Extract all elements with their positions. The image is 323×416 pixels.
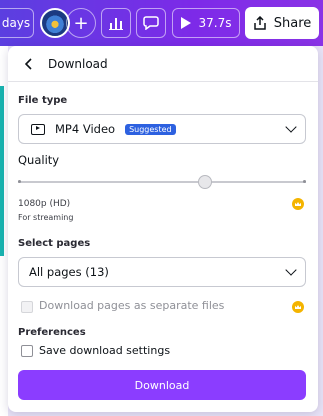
present-button[interactable]: 37.7s bbox=[172, 8, 240, 38]
slider-tick bbox=[18, 180, 21, 183]
play-icon bbox=[180, 17, 191, 29]
resolution-label: 1080p (HD) bbox=[18, 199, 71, 209]
days-button[interactable]: days bbox=[0, 8, 34, 38]
comment-icon bbox=[143, 16, 159, 30]
separate-files-checkbox[interactable] bbox=[21, 301, 33, 313]
timer-label: 37.7s bbox=[198, 16, 232, 30]
download-panel: Download File type MP4 Video Suggested Q… bbox=[8, 46, 318, 412]
share-icon bbox=[253, 16, 266, 30]
canvas-edge bbox=[0, 46, 8, 416]
quality-slider-handle[interactable] bbox=[198, 175, 213, 189]
select-pages-label: Select pages bbox=[18, 238, 91, 249]
bar-chart-icon bbox=[109, 18, 123, 30]
days-label: days bbox=[1, 16, 31, 30]
insights-button[interactable] bbox=[101, 8, 131, 38]
share-label: Share bbox=[273, 15, 312, 31]
file-type-label: File type bbox=[18, 95, 68, 106]
select-pages-dropdown[interactable]: All pages (13) bbox=[18, 257, 306, 287]
select-pages-value: All pages (13) bbox=[29, 265, 109, 279]
quality-slider[interactable] bbox=[18, 175, 306, 189]
share-button[interactable]: Share bbox=[245, 7, 319, 39]
video-file-icon bbox=[31, 123, 45, 135]
quality-label: Quality bbox=[18, 153, 60, 167]
preferences-label: Preferences bbox=[18, 327, 86, 338]
resolution-subtitle: For streaming bbox=[18, 213, 74, 222]
file-type-value: MP4 Video bbox=[55, 122, 116, 136]
back-arrow-icon bbox=[25, 57, 32, 70]
panel-header: Download bbox=[8, 46, 318, 82]
download-button-label: Download bbox=[134, 378, 190, 392]
top-toolbar: days + 37.7s Share bbox=[0, 0, 323, 46]
chevron-down-icon bbox=[285, 121, 297, 133]
add-collaborator-button[interactable]: + bbox=[66, 8, 96, 38]
slider-tick bbox=[303, 180, 306, 183]
download-button[interactable]: Download bbox=[18, 370, 306, 400]
comment-button[interactable] bbox=[136, 8, 166, 38]
chevron-down-icon bbox=[285, 264, 297, 276]
plus-icon: + bbox=[73, 12, 89, 34]
back-button[interactable] bbox=[16, 57, 42, 70]
file-type-select[interactable]: MP4 Video Suggested bbox=[18, 114, 306, 144]
panel-title: Download bbox=[48, 56, 108, 71]
save-settings-checkbox[interactable] bbox=[21, 345, 33, 357]
suggested-badge: Suggested bbox=[125, 123, 176, 135]
crown-icon bbox=[292, 198, 304, 210]
separate-files-label: Download pages as separate files bbox=[39, 299, 225, 312]
save-settings-label: Save download settings bbox=[39, 344, 171, 357]
crown-icon bbox=[292, 301, 304, 313]
